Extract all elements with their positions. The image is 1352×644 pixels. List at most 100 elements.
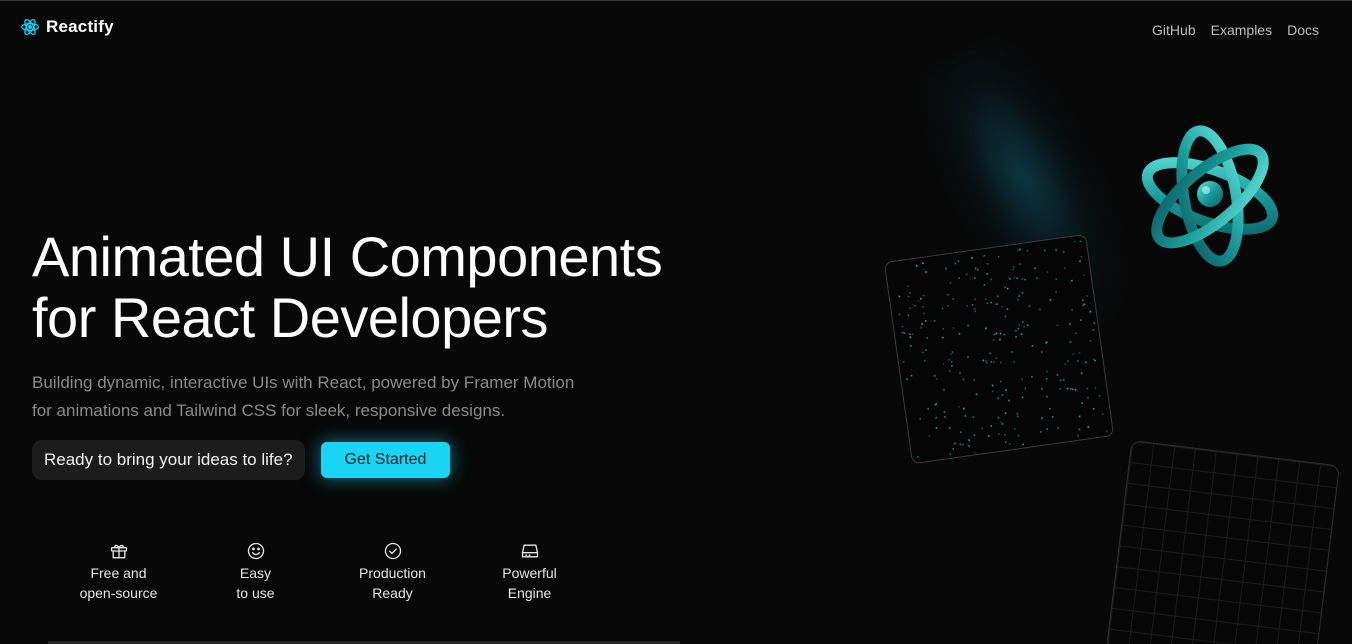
dot — [911, 333, 914, 336]
dot — [919, 417, 922, 420]
dot — [952, 448, 955, 450]
feature-easy-to-use: Easy to use — [187, 541, 324, 603]
dot — [901, 325, 904, 328]
dot — [981, 427, 984, 430]
dot — [990, 360, 993, 363]
dot — [948, 369, 951, 372]
dot — [924, 320, 927, 322]
dot — [1049, 407, 1051, 410]
dot — [950, 353, 953, 356]
dot — [997, 255, 1000, 258]
dot — [1078, 352, 1081, 354]
dot — [987, 434, 990, 437]
dot — [933, 320, 936, 322]
dot — [1070, 387, 1072, 390]
dot — [1013, 427, 1016, 430]
feature-powerful-engine: Powerful Engine — [461, 541, 598, 603]
dot — [962, 407, 965, 410]
top-border — [0, 0, 1352, 1]
dot — [1094, 359, 1096, 362]
get-started-button[interactable]: Get Started — [320, 442, 451, 478]
dot — [991, 390, 994, 393]
dot — [921, 305, 924, 308]
dot — [999, 332, 1002, 335]
hero-title: Animated UI Components for React Develop… — [32, 225, 663, 348]
dot — [1012, 265, 1015, 268]
dot — [995, 357, 998, 360]
dot — [915, 265, 918, 267]
dot — [902, 360, 905, 363]
dot — [1003, 433, 1006, 436]
dot — [968, 445, 971, 448]
hero-title-line-1: Animated UI Components — [32, 225, 663, 288]
feature-label-line-2: Engine — [507, 585, 552, 601]
dot — [952, 327, 955, 329]
dot — [935, 378, 938, 380]
dot — [922, 262, 924, 265]
ready-prompt-pill: Ready to bring your ideas to life? — [32, 440, 305, 480]
dot — [984, 298, 987, 301]
dot — [909, 307, 912, 310]
dot — [973, 434, 976, 436]
dot — [990, 301, 993, 304]
hero-subtitle-line-1: Building dynamic, interactive UIs with R… — [32, 373, 575, 392]
dot — [921, 351, 924, 354]
dot — [913, 304, 916, 307]
dot — [984, 327, 987, 330]
dot — [1085, 295, 1088, 297]
dot — [1056, 324, 1059, 327]
dot — [958, 277, 961, 280]
nav-link-examples[interactable]: Examples — [1211, 22, 1272, 38]
feature-label-line-2: to use — [236, 585, 275, 601]
dot — [1087, 396, 1089, 399]
dot — [1098, 394, 1101, 397]
dot — [990, 425, 993, 427]
dot — [1006, 287, 1009, 290]
dot — [898, 313, 901, 316]
dot — [1055, 249, 1057, 251]
dot — [1059, 388, 1062, 390]
dot — [1008, 277, 1011, 280]
dot — [972, 416, 975, 419]
dot — [951, 365, 953, 367]
dot — [989, 352, 992, 355]
dot — [1040, 351, 1043, 353]
hard-drive-icon — [521, 544, 538, 558]
brand-logo-link[interactable]: Reactify — [20, 17, 114, 37]
dot — [966, 305, 968, 307]
nav-link-docs[interactable]: Docs — [1287, 22, 1319, 38]
dot — [986, 302, 989, 305]
dot — [941, 307, 944, 310]
dot — [907, 295, 910, 298]
dot — [1059, 379, 1062, 382]
dot — [1078, 428, 1081, 431]
dot — [992, 338, 995, 341]
dot — [947, 304, 950, 307]
dot — [1008, 443, 1011, 446]
dot — [907, 314, 910, 317]
feature-free-open-source: Free and open-source — [50, 541, 187, 603]
dot — [1023, 325, 1026, 328]
dot — [921, 323, 923, 326]
dot — [1087, 426, 1090, 428]
dot — [1079, 319, 1082, 322]
dot — [1011, 351, 1013, 353]
dot — [974, 307, 976, 310]
check-circle-icon — [384, 542, 401, 560]
dot — [906, 378, 908, 380]
dot — [1034, 267, 1037, 270]
dot — [997, 433, 1000, 435]
dot — [1000, 421, 1003, 424]
dot — [1062, 251, 1065, 253]
dot — [957, 405, 960, 408]
dot — [975, 393, 978, 396]
dot — [1055, 291, 1058, 293]
dot — [1055, 278, 1058, 281]
nav-link-github[interactable]: GitHub — [1152, 22, 1196, 38]
dot — [973, 451, 976, 454]
dot — [973, 277, 976, 279]
dot — [986, 262, 989, 265]
dot — [1074, 332, 1077, 335]
dot — [944, 267, 947, 270]
landing-page: Reactify GitHub Examples Docs Animated U… — [0, 0, 1352, 644]
